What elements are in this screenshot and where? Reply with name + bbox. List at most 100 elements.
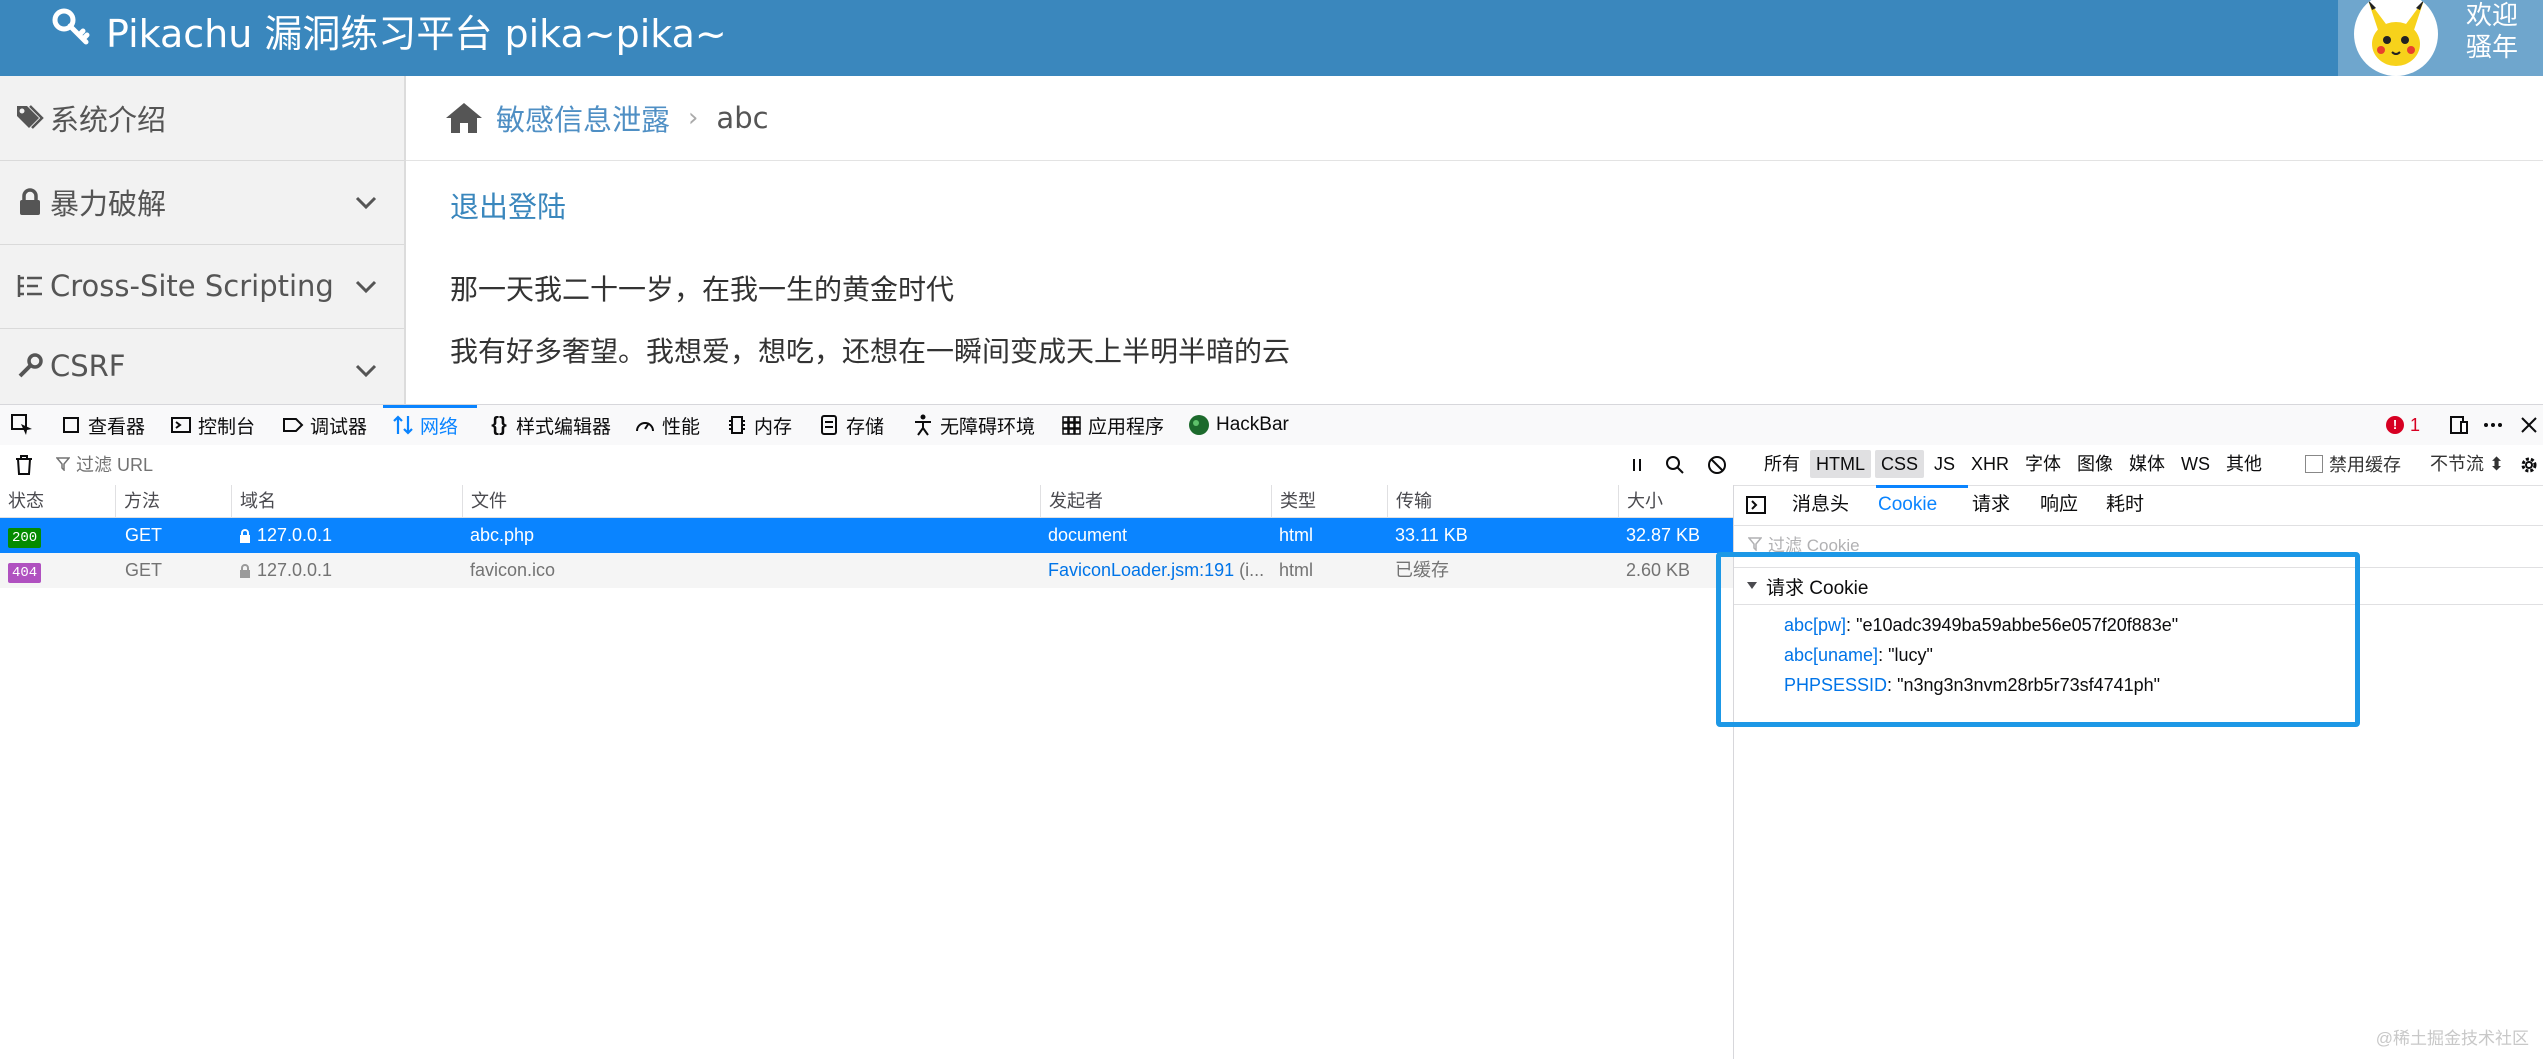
filter-images[interactable]: 图像 xyxy=(2071,450,2119,478)
app-title[interactable]: Pikachu 漏洞练习平台 pika~pika~ xyxy=(52,0,727,60)
filter-all[interactable]: 所有 xyxy=(1758,450,1806,478)
tab-headers[interactable]: 消息头 xyxy=(1792,485,1849,525)
sidebar-item-intro[interactable]: 系统介绍 xyxy=(0,76,404,161)
tab-style-editor[interactable]: {} 样式编辑器 xyxy=(488,405,611,445)
throttle-select[interactable]: 不节流 ⬍ xyxy=(2430,450,2504,478)
filter-icon xyxy=(56,457,70,471)
url-filter-input[interactable]: 过滤 URL xyxy=(56,449,1556,479)
chevron-down-icon[interactable] xyxy=(352,356,380,384)
column-initiator[interactable]: 发起者 xyxy=(1040,485,1271,517)
chevron-down-icon[interactable] xyxy=(352,188,380,216)
tab-debugger[interactable]: 调试器 xyxy=(282,405,367,445)
sidebar-item-label: CSRF xyxy=(50,349,126,383)
filter-other[interactable]: 其他 xyxy=(2220,450,2268,478)
pause-icon[interactable] xyxy=(1626,454,1648,476)
more-options-icon[interactable] xyxy=(2482,414,2504,436)
chevron-down-icon[interactable] xyxy=(352,272,380,300)
key-icon xyxy=(52,6,92,55)
block-icon[interactable] xyxy=(1706,454,1728,476)
welcome-text: 欢迎 骚年 xyxy=(2466,0,2518,64)
tab-console[interactable]: 控制台 xyxy=(170,405,255,445)
transferred-cell: 已缓存 xyxy=(1395,560,1449,580)
tab-request[interactable]: 请求 xyxy=(1972,485,2010,525)
lock-icon xyxy=(240,529,250,544)
gear-icon[interactable] xyxy=(2518,454,2540,476)
welcome-line-2: 骚年 xyxy=(2466,33,2519,63)
element-picker-icon[interactable] xyxy=(10,413,34,437)
toggle-panel-icon[interactable] xyxy=(1746,495,1766,515)
tab-label: 网络 xyxy=(420,416,459,438)
list-icon xyxy=(14,270,46,302)
error-icon: ! xyxy=(2386,416,2404,434)
size-cell: 32.87 KB xyxy=(1626,525,1701,545)
column-method[interactable]: 方法 xyxy=(115,485,231,517)
breadcrumb-separator-icon: › xyxy=(688,103,699,133)
lock-icon xyxy=(240,564,250,579)
type-filters: 所有 HTML CSS JS XHR 字体 图像 媒体 WS 其他 xyxy=(1758,450,2268,478)
filter-html[interactable]: HTML xyxy=(1810,450,1871,478)
domain-text: 127.0.0.1 xyxy=(257,525,333,545)
sidebar-item-brute-force[interactable]: 暴力破解 xyxy=(0,160,404,245)
filter-css[interactable]: CSS xyxy=(1875,450,1925,478)
column-domain[interactable]: 域名 xyxy=(231,485,462,517)
request-table-header: 状态 方法 域名 文件 发起者 类型 传输 大小 xyxy=(0,485,1733,518)
tab-performance[interactable]: 性能 xyxy=(634,405,700,445)
column-file[interactable]: 文件 xyxy=(462,485,1040,517)
responsive-design-icon[interactable] xyxy=(2448,414,2470,436)
disable-cache-checkbox[interactable] xyxy=(2305,455,2323,473)
filter-xhr[interactable]: XHR xyxy=(1965,450,2015,478)
tab-storage[interactable]: 存储 xyxy=(818,405,884,445)
tab-memory[interactable]: 内存 xyxy=(726,405,792,445)
tab-label: 内存 xyxy=(754,416,793,438)
tab-response[interactable]: 响应 xyxy=(2040,485,2078,525)
column-type[interactable]: 类型 xyxy=(1271,485,1387,517)
disable-cache-toggle[interactable]: 禁用缓存 xyxy=(2305,450,2401,478)
table-row[interactable]: 200 GET 127.0.0.1 abc.php document html … xyxy=(0,518,1733,553)
filter-js[interactable]: JS xyxy=(1928,450,1961,478)
console-icon xyxy=(170,414,192,436)
column-size[interactable]: 大小 xyxy=(1618,485,1733,517)
filter-fonts[interactable]: 字体 xyxy=(2019,450,2067,478)
pikachu-avatar xyxy=(2354,0,2438,76)
trash-icon[interactable] xyxy=(14,454,34,476)
sidebar-item-csrf[interactable]: CSRF xyxy=(0,328,404,404)
performance-icon xyxy=(634,414,656,436)
close-icon[interactable] xyxy=(2518,414,2540,436)
filter-media[interactable]: 媒体 xyxy=(2123,450,2171,478)
status-badge: 404 xyxy=(8,563,42,583)
initiator-cell: document xyxy=(1040,518,1271,553)
breadcrumb-link[interactable]: 敏感信息泄露 xyxy=(496,97,670,139)
initiator-cell: FaviconLoader.jsm:191 (i... xyxy=(1040,553,1271,588)
user-menu[interactable]: 欢迎 骚年 xyxy=(2338,0,2543,76)
details-tabs: 消息头 Cookie 请求 响应 耗时 xyxy=(1734,485,2543,526)
transferred-cell: 33.11 KB xyxy=(1395,525,1468,545)
tab-accessibility[interactable]: 无障碍环境 xyxy=(912,405,1035,445)
memory-icon xyxy=(726,414,748,436)
wrench-icon xyxy=(14,350,46,382)
url-filter-placeholder: 过滤 URL xyxy=(76,455,154,475)
search-icon[interactable] xyxy=(1664,454,1686,476)
tab-timings[interactable]: 耗时 xyxy=(2106,485,2144,525)
filter-ws[interactable]: WS xyxy=(2175,450,2216,478)
initiator-link[interactable]: FaviconLoader.jsm:191 xyxy=(1048,560,1234,580)
app-title-text: Pikachu 漏洞练习平台 pika~pika~ xyxy=(106,11,727,56)
tab-application[interactable]: 应用程序 xyxy=(1060,405,1164,445)
column-transferred[interactable]: 传输 xyxy=(1387,485,1618,517)
logout-link[interactable]: 退出登陆 xyxy=(450,184,566,226)
sidebar: 系统介绍 暴力破解 Cross-Site Scripting CSRF xyxy=(0,76,406,404)
tab-cookie[interactable]: Cookie xyxy=(1878,485,1937,525)
home-icon[interactable] xyxy=(444,100,484,136)
tab-label: 控制台 xyxy=(198,416,256,438)
error-count-badge[interactable]: ! 1 xyxy=(2386,405,2420,445)
tab-hackbar[interactable]: HackBar xyxy=(1188,405,1289,445)
hackbar-icon xyxy=(1188,414,1210,436)
highlight-box xyxy=(1716,552,2360,727)
tab-network[interactable]: 网络 xyxy=(392,405,458,445)
tab-inspector[interactable]: 查看器 xyxy=(60,405,145,445)
network-filter-bar: 过滤 URL 所有 HTML CSS JS XHR 字体 图像 媒体 WS 其他… xyxy=(0,445,2543,486)
table-row[interactable]: 404 GET 127.0.0.1 favicon.ico FaviconLoa… xyxy=(0,553,1733,588)
sidebar-item-xss[interactable]: Cross-Site Scripting xyxy=(0,244,404,329)
method-cell: GET xyxy=(125,560,163,580)
column-status[interactable]: 状态 xyxy=(0,485,115,517)
request-table: 状态 方法 域名 文件 发起者 类型 传输 大小 200 GET 127.0.0… xyxy=(0,485,1734,1059)
